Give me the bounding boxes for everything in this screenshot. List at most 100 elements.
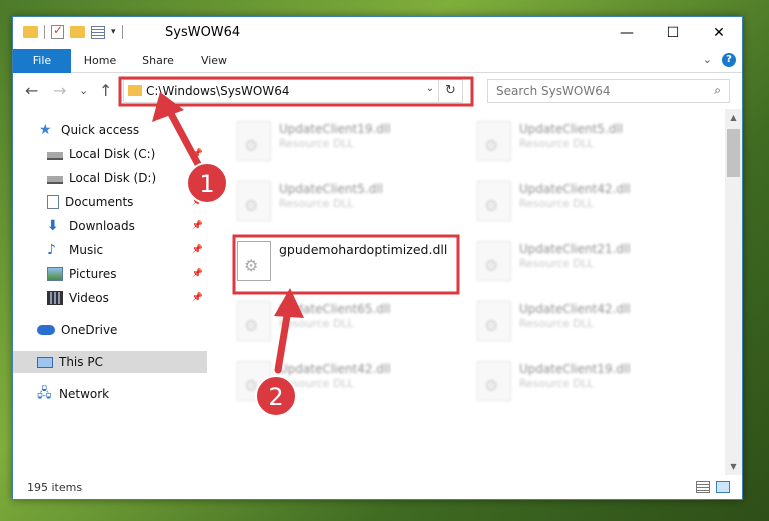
- maximize-button[interactable]: ☐: [650, 17, 696, 49]
- details-view-icon[interactable]: [696, 481, 710, 493]
- recent-locations-button[interactable]: ⌄: [79, 84, 88, 97]
- customize-toolbar-arrow-icon[interactable]: ▾: [111, 27, 116, 37]
- file-item[interactable]: UpdateClient42.dll Resource DLL: [231, 355, 461, 409]
- tab-view[interactable]: View: [189, 49, 239, 73]
- network-icon: 🖧: [37, 386, 52, 401]
- search-input[interactable]: Search SysWOW64: [496, 84, 610, 98]
- file-type: Resource DLL: [279, 197, 354, 210]
- file-name: UpdateClient5.dll: [279, 182, 383, 196]
- file-item[interactable]: UpdateClient19.dll Resource DLL: [471, 355, 701, 409]
- pin-icon[interactable]: 📌: [192, 197, 203, 207]
- tab-share[interactable]: Share: [133, 49, 183, 73]
- file-list: UpdateClient19.dll Resource DLL UpdateCl…: [231, 109, 723, 475]
- sidebar-item-label: Local Disk (C:): [69, 147, 156, 161]
- tab-file[interactable]: File: [13, 49, 71, 73]
- dll-file-icon: [477, 301, 511, 341]
- disk-icon: [47, 175, 63, 184]
- window-title: SysWOW64: [165, 25, 241, 40]
- sidebar-item-label: Pictures: [69, 267, 117, 281]
- address-bar[interactable]: C:\Windows\SysWOW64 ⌄ ↻: [123, 79, 463, 103]
- sidebar-item-music[interactable]: ♪ Music 📌: [13, 239, 207, 261]
- computer-icon: [37, 356, 53, 368]
- pin-icon[interactable]: 📌: [192, 221, 203, 231]
- file-name: UpdateClient65.dll: [279, 302, 391, 316]
- forward-button[interactable]: →: [53, 81, 66, 100]
- pin-icon[interactable]: 📌: [192, 269, 203, 279]
- sidebar-item-label: Music: [69, 243, 104, 257]
- file-name: UpdateClient42.dll: [279, 362, 391, 376]
- sidebar-item-quick-access[interactable]: ★ Quick access: [13, 119, 207, 141]
- file-name: gpudemohardoptimized.dll: [279, 242, 448, 257]
- dll-file-icon: [237, 121, 271, 161]
- sidebar-item-label: OneDrive: [61, 323, 118, 337]
- back-button[interactable]: ←: [25, 81, 38, 100]
- address-path[interactable]: C:\Windows\SysWOW64: [146, 84, 290, 98]
- item-count: 195 items: [27, 481, 83, 494]
- scrollbar-thumb[interactable]: [727, 129, 740, 177]
- sidebar-item-onedrive[interactable]: OneDrive: [13, 319, 207, 341]
- navigation-pane: ★ Quick access Local Disk (C:) 📌 Local D…: [13, 109, 209, 475]
- tab-home[interactable]: Home: [75, 49, 125, 73]
- sidebar-item-label: Downloads: [69, 219, 135, 233]
- title-bar: ▾ SysWOW64 — ☐ ✕: [13, 17, 742, 49]
- dll-file-icon: [477, 241, 511, 281]
- scroll-up-icon[interactable]: ▲: [725, 109, 742, 126]
- file-item-highlighted[interactable]: gpudemohardoptimized.dll: [231, 235, 461, 289]
- new-folder-icon[interactable]: [70, 26, 85, 38]
- search-box[interactable]: Search SysWOW64 ⌕: [487, 79, 730, 103]
- file-item[interactable]: UpdateClient21.dll Resource DLL: [471, 235, 701, 289]
- file-item[interactable]: UpdateClient19.dll Resource DLL: [231, 115, 461, 169]
- sidebar-item-label: Local Disk (D:): [69, 171, 157, 185]
- pin-icon[interactable]: 📌: [192, 293, 203, 303]
- large-icons-view-icon[interactable]: [716, 481, 730, 493]
- sidebar-item-network[interactable]: 🖧 Network: [13, 383, 207, 405]
- file-item[interactable]: UpdateClient42.dll Resource DLL: [471, 175, 701, 229]
- minimize-button[interactable]: —: [604, 17, 650, 49]
- sidebar-item-label: Videos: [69, 291, 109, 305]
- up-button[interactable]: ↑: [99, 81, 112, 100]
- sidebar-item-pictures[interactable]: Pictures 📌: [13, 263, 207, 285]
- sidebar-item-downloads[interactable]: ⬇ Downloads 📌: [13, 215, 207, 237]
- properties-check-icon[interactable]: [51, 23, 64, 39]
- refresh-button[interactable]: ↻: [438, 80, 462, 102]
- sidebar-item-local-disk-d[interactable]: Local Disk (D:) 📌: [13, 167, 207, 189]
- quick-access-toolbar: ▾: [23, 23, 123, 39]
- file-name: UpdateClient19.dll: [519, 362, 631, 376]
- scroll-down-icon[interactable]: ▼: [725, 458, 742, 475]
- dll-file-icon: [237, 301, 271, 341]
- file-name: UpdateClient19.dll: [279, 122, 391, 136]
- sidebar-item-label: Quick access: [61, 123, 140, 137]
- file-type: Resource DLL: [279, 377, 354, 390]
- pin-icon[interactable]: 📌: [192, 245, 203, 255]
- file-item[interactable]: UpdateClient42.dll Resource DLL: [471, 295, 701, 349]
- status-bar: 195 items: [13, 477, 742, 499]
- file-item[interactable]: UpdateClient5.dll Resource DLL: [471, 115, 701, 169]
- file-item[interactable]: UpdateClient65.dll Resource DLL: [231, 295, 461, 349]
- file-name: UpdateClient42.dll: [519, 182, 631, 196]
- ribbon-right-controls: ⌄ ?: [703, 53, 736, 67]
- folder-icon: [128, 85, 142, 96]
- vertical-scrollbar[interactable]: ▲ ▼: [725, 109, 742, 475]
- toolbar-separator: [44, 25, 45, 39]
- properties-icon[interactable]: [91, 25, 105, 39]
- pin-icon[interactable]: 📌: [192, 149, 203, 159]
- explorer-window: ▾ SysWOW64 — ☐ ✕ File Home Share View ⌄ …: [12, 16, 743, 500]
- pin-icon[interactable]: 📌: [192, 173, 203, 183]
- toolbar-separator: [121, 25, 123, 39]
- ribbon-collapse-icon[interactable]: ⌄: [703, 53, 712, 67]
- pictures-icon: [47, 267, 63, 281]
- close-button[interactable]: ✕: [696, 17, 742, 49]
- address-dropdown-icon[interactable]: ⌄: [426, 83, 434, 94]
- help-icon[interactable]: ?: [722, 53, 736, 67]
- sidebar-item-this-pc[interactable]: This PC: [13, 351, 207, 373]
- dll-file-icon: [477, 121, 511, 161]
- dll-file-icon: [237, 361, 271, 401]
- search-icon[interactable]: ⌕: [714, 83, 721, 98]
- file-type: Resource DLL: [519, 317, 594, 330]
- sidebar-item-local-disk-c[interactable]: Local Disk (C:) 📌: [13, 143, 207, 165]
- sidebar-item-documents[interactable]: Documents 📌: [13, 191, 207, 213]
- file-item[interactable]: UpdateClient5.dll Resource DLL: [231, 175, 461, 229]
- sidebar-item-videos[interactable]: Videos 📌: [13, 287, 207, 309]
- documents-icon: [47, 195, 59, 209]
- sidebar-item-label: Network: [59, 387, 110, 401]
